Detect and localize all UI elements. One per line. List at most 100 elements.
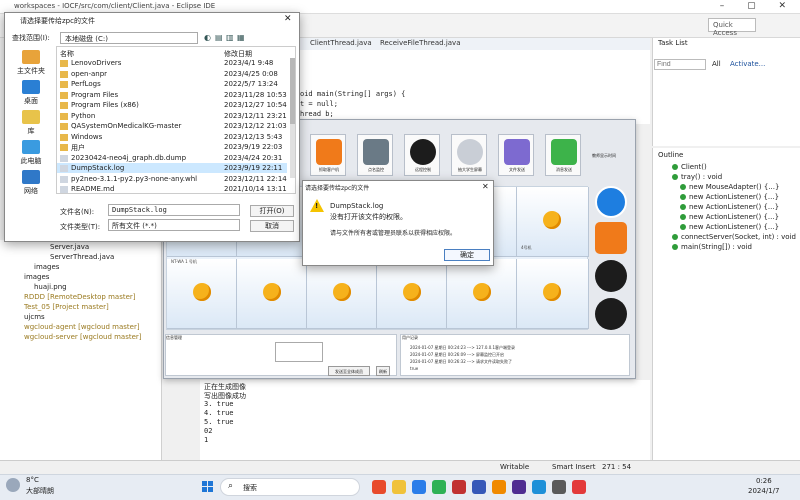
- outline-item[interactable]: main(String[]) : void: [672, 243, 752, 251]
- window-controls[interactable]: – ▢ ✕: [720, 1, 796, 11]
- cancel-button[interactable]: 取消: [250, 220, 294, 232]
- browser-icon[interactable]: [372, 480, 386, 494]
- close-icon[interactable]: ✕: [482, 182, 489, 191]
- find-all-link[interactable]: All: [712, 60, 721, 68]
- info-textbox[interactable]: [275, 342, 323, 362]
- tree-item[interactable]: huaji.png: [34, 283, 67, 291]
- quick-access-field[interactable]: Quick Access: [708, 18, 756, 37]
- file-send-button[interactable]: 文件发送: [498, 134, 534, 176]
- weather-temperature[interactable]: 8°C: [26, 476, 39, 484]
- tree-item[interactable]: images: [34, 263, 59, 271]
- tree-item[interactable]: ServerThread.java: [50, 253, 114, 261]
- task-list-title[interactable]: Task List: [658, 39, 688, 47]
- file-row[interactable]: open-anpr 2023/4/25 0:08: [57, 69, 287, 79]
- console-view[interactable]: 正在生成图像 写出图像成功 3. true 4. true 5. true 02…: [200, 380, 650, 460]
- outline-item[interactable]: new ActionListener() {...}: [680, 193, 779, 201]
- tree-item[interactable]: Server.java: [50, 243, 89, 251]
- student-screen-button[interactable]: 抽大学生屏幕: [451, 134, 487, 176]
- refresh-button[interactable]: 刷新: [376, 366, 390, 376]
- outline-item[interactable]: new MouseAdapter() {...}: [680, 183, 779, 191]
- place-library[interactable]: 库: [8, 110, 54, 136]
- client-cell[interactable]: [237, 259, 307, 329]
- windows-icon[interactable]: [595, 298, 627, 330]
- find-input[interactable]: [654, 59, 706, 70]
- file-row[interactable]: LenovoDrivers 2023/4/1 9:48: [57, 58, 287, 68]
- outline-item-label: new ActionListener() {...}: [689, 203, 780, 211]
- rollcall-button[interactable]: 点名监控: [357, 134, 393, 176]
- scrollbar-thumb[interactable]: [290, 58, 295, 124]
- play-icon[interactable]: [595, 186, 627, 218]
- app-icon[interactable]: [492, 480, 506, 494]
- capture-client-button[interactable]: 抓取客户机: [310, 134, 346, 176]
- file-explorer-icon[interactable]: [392, 480, 406, 494]
- place-network[interactable]: 网络: [8, 170, 54, 196]
- message-send-button[interactable]: 消息发送: [545, 134, 581, 176]
- new-folder-icon[interactable]: ▥: [226, 33, 234, 42]
- weather-icon[interactable]: [6, 478, 20, 492]
- file-name-input[interactable]: DumpStack.log: [108, 204, 240, 216]
- outline-item[interactable]: Client(): [672, 163, 707, 171]
- client-cell[interactable]: [517, 259, 589, 329]
- file-row[interactable]: Python 2023/12/11 23:21: [57, 111, 287, 121]
- place-home[interactable]: 主文件夹: [8, 50, 54, 76]
- eclipse-icon[interactable]: [512, 480, 526, 494]
- app-icon[interactable]: [412, 480, 426, 494]
- windows-icon[interactable]: [595, 260, 627, 292]
- file-row[interactable]: DumpStack.log 2023/9/19 22:11: [57, 163, 287, 173]
- client-cell[interactable]: NT-WA 1 号机: [167, 259, 237, 329]
- file-row[interactable]: Program Files (x86) 2023/12/27 10:54: [57, 100, 287, 110]
- place-this-pc[interactable]: 此电脑: [8, 140, 54, 166]
- weather-condition[interactable]: 大部晴朗: [26, 486, 54, 496]
- send-to-all-button[interactable]: 发送至全体成员: [328, 366, 370, 376]
- app-icon[interactable]: [572, 480, 586, 494]
- file-row[interactable]: py2neo-3.1.1-py2.py3-none-any.whl 2023/12…: [57, 174, 287, 184]
- tree-item-project[interactable]: wgcloud-server [wgcloud master]: [24, 333, 142, 341]
- app-icon[interactable]: [552, 480, 566, 494]
- outline-item[interactable]: tray() : void: [672, 173, 722, 181]
- wechat-icon[interactable]: [432, 480, 446, 494]
- file-row[interactable]: Windows 2023/12/13 5:43: [57, 132, 287, 142]
- tab-clientthread[interactable]: ClientThread.java: [310, 39, 372, 47]
- outline-title[interactable]: Outline: [658, 151, 683, 159]
- file-row[interactable]: 20230424-neo4j_graph.db.dump 2023/4/24 20…: [57, 153, 287, 163]
- tab-receivefilethread[interactable]: ReceiveFileThread.java: [380, 39, 461, 47]
- remote-control-button[interactable]: 远程控制: [404, 134, 440, 176]
- tree-item-project[interactable]: ujcms: [24, 313, 45, 321]
- folder-up-icon[interactable]: ▤: [215, 33, 223, 42]
- outline-item[interactable]: new ActionListener() {...}: [680, 223, 779, 231]
- look-in-select[interactable]: 本地磁盘 (C:): [60, 32, 198, 44]
- file-row[interactable]: README.md 2021/10/14 13:11: [57, 184, 287, 194]
- client-cell[interactable]: [447, 259, 517, 329]
- file-row[interactable]: Program Files 2023/11/28 10:53: [57, 90, 287, 100]
- client-cell[interactable]: [307, 259, 377, 329]
- app-icon[interactable]: [532, 480, 546, 494]
- outline-item[interactable]: connectServer(Socket, int) : void: [672, 233, 796, 241]
- client-cell[interactable]: [377, 259, 447, 329]
- file-row[interactable]: PerfLogs 2022/5/7 13:24: [57, 79, 287, 89]
- app-icon[interactable]: [452, 480, 466, 494]
- outline-item[interactable]: new ActionListener() {...}: [680, 213, 779, 221]
- ok-button[interactable]: 确定: [444, 249, 490, 261]
- taskbar-search-box[interactable]: [220, 478, 360, 496]
- lock-icon[interactable]: [595, 222, 627, 254]
- close-icon[interactable]: ✕: [284, 14, 292, 24]
- back-icon[interactable]: ◐: [204, 33, 211, 42]
- open-button[interactable]: 打开(O): [250, 205, 294, 217]
- client-cell[interactable]: 4号机: [517, 187, 589, 257]
- code-editor[interactable]: oid main(String[] args) { t = null; hrea…: [300, 50, 650, 124]
- file-row[interactable]: 用户 2023/9/19 22:03: [57, 142, 287, 152]
- file-type-select[interactable]: 所有文件 (*.*): [108, 219, 240, 231]
- windows-start-icon[interactable]: [202, 481, 214, 493]
- tree-item-project[interactable]: Test_05 [Project master]: [24, 303, 109, 311]
- tree-item[interactable]: images: [24, 273, 49, 281]
- clock-date[interactable]: 2024/1/7: [748, 487, 779, 495]
- place-desktop[interactable]: 桌面: [8, 80, 54, 106]
- outline-item[interactable]: new ActionListener() {...}: [680, 203, 779, 211]
- view-menu-icon[interactable]: ▦: [237, 33, 245, 42]
- tree-item-project[interactable]: wgcloud-agent [wgcloud master]: [24, 323, 140, 331]
- clock-time[interactable]: 0:26: [756, 477, 772, 485]
- tree-item-project[interactable]: RDDD [RemoteDesktop master]: [24, 293, 136, 301]
- file-row[interactable]: QASystemOnMedicalKG-master 2023/12/12 21:…: [57, 121, 287, 131]
- app-icon[interactable]: [472, 480, 486, 494]
- find-activate-link[interactable]: Activate...: [730, 60, 765, 68]
